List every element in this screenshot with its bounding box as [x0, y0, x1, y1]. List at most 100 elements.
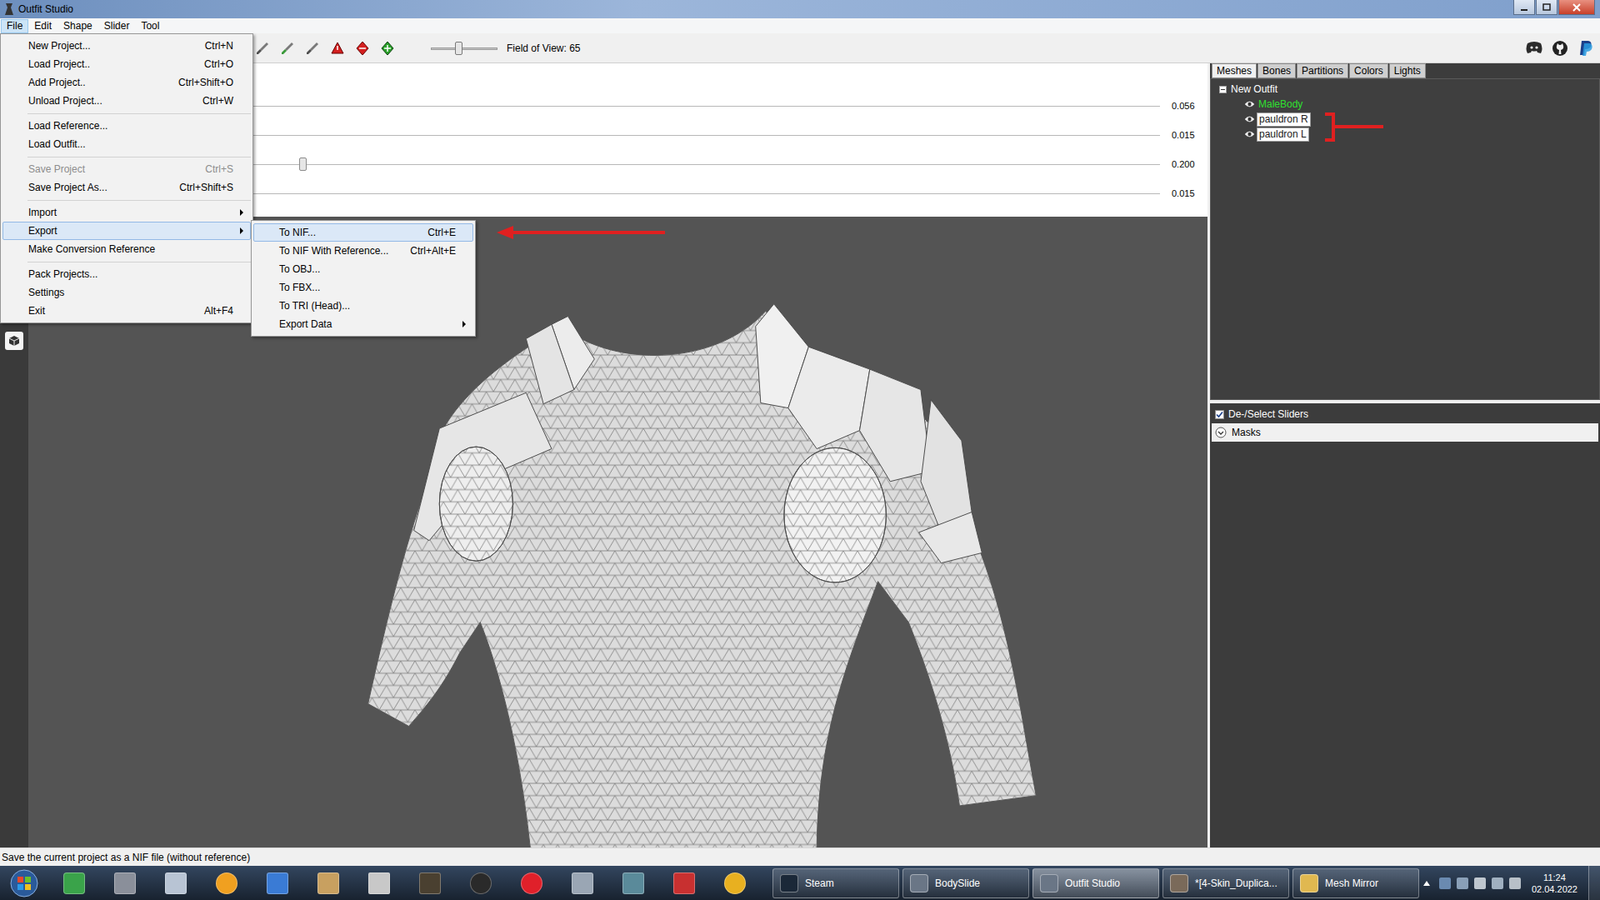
- menu-item-label: Export: [28, 225, 224, 237]
- mesh-item[interactable]: pauldron R: [1219, 111, 1600, 127]
- export-menu-item[interactable]: To NIF... Ctrl+E: [253, 223, 474, 242]
- tool-button[interactable]: [350, 36, 375, 60]
- clock[interactable]: 11:24 02.04.2022: [1526, 871, 1583, 895]
- file-menu-item[interactable]: Exit Alt+F4: [2, 301, 251, 320]
- tool-button[interactable]: [375, 36, 400, 60]
- maximize-icon: [1542, 3, 1551, 12]
- file-menu-item[interactable]: Unload Project... Ctrl+W: [2, 91, 251, 110]
- task-button[interactable]: *[4-Skin_Duplica...: [1162, 868, 1290, 899]
- tool-button[interactable]: [250, 36, 275, 60]
- pinned-app[interactable]: [353, 867, 405, 900]
- export-menu-item[interactable]: To FBX...: [253, 278, 474, 297]
- slider-thumb[interactable]: [299, 157, 307, 171]
- show-desktop-button[interactable]: [1588, 865, 1600, 900]
- cube-icon: [8, 335, 20, 347]
- export-menu-item[interactable]: To OBJ...: [253, 260, 474, 279]
- mesh-name: MaleBody: [1256, 98, 1305, 111]
- file-menu-item[interactable]: Load Outfit...: [2, 135, 251, 154]
- pinned-app[interactable]: [251, 867, 303, 900]
- file-menu-item[interactable]: Load Project.. Ctrl+O: [2, 55, 251, 74]
- tool-button[interactable]: [300, 36, 325, 60]
- menu-bar-item[interactable]: File: [0, 19, 29, 34]
- tray-icon[interactable]: [1491, 877, 1504, 890]
- pinned-app[interactable]: [99, 867, 150, 900]
- github-button[interactable]: [1550, 38, 1570, 59]
- file-menu-item[interactable]: Make Conversion Reference: [2, 240, 251, 259]
- tool-button[interactable]: [275, 36, 300, 60]
- pinned-app[interactable]: [607, 867, 659, 900]
- menu-bar: FileEditShapeSliderTool: [0, 18, 1600, 34]
- fov-thumb[interactable]: [455, 41, 463, 55]
- close-button[interactable]: [1558, 0, 1595, 15]
- pinned-app[interactable]: [709, 867, 760, 900]
- pinned-app[interactable]: [302, 867, 354, 900]
- maximize-button[interactable]: [1535, 0, 1558, 15]
- menu-bar-item[interactable]: Edit: [28, 19, 58, 34]
- tray-icon[interactable]: [1474, 877, 1486, 890]
- export-menu-item[interactable]: Export Data: [253, 315, 474, 334]
- menu-bar-item[interactable]: Shape: [57, 19, 99, 34]
- brush-icon: [305, 40, 320, 56]
- eye-icon[interactable]: [1244, 130, 1255, 139]
- file-menu-item[interactable]: Settings: [2, 283, 251, 302]
- menu-bar-item[interactable]: Tool: [135, 19, 165, 34]
- pinned-app[interactable]: [200, 867, 252, 900]
- masks-expander[interactable]: Masks: [1211, 423, 1599, 442]
- pinned-app[interactable]: [48, 867, 100, 900]
- deselect-sliders-row[interactable]: De-/Select Sliders: [1210, 405, 1600, 424]
- panel-tabs: MeshesBonesPartitionsColorsLights: [1210, 63, 1600, 79]
- task-button[interactable]: Outfit Studio: [1032, 868, 1160, 899]
- side-panel: MeshesBonesPartitionsColorsLights New Ou…: [1210, 63, 1600, 848]
- tray-icon[interactable]: [1456, 877, 1469, 890]
- tray-icon[interactable]: [1509, 877, 1521, 890]
- tree-root[interactable]: New Outfit: [1219, 81, 1600, 97]
- menu-item-shortcut: Alt+F4: [194, 305, 234, 317]
- file-menu-item[interactable]: Save Project As... Ctrl+Shift+S: [2, 178, 251, 197]
- body-mesh[interactable]: [357, 295, 1052, 848]
- eye-icon[interactable]: [1244, 115, 1255, 124]
- slider-value: 0.015: [1171, 130, 1208, 140]
- menu-item-label: Load Outfit...: [28, 138, 224, 150]
- file-menu-item[interactable]: Export: [2, 221, 251, 240]
- export-menu-item[interactable]: To NIF With Reference... Ctrl+Alt+E: [253, 241, 474, 260]
- pinned-app[interactable]: [455, 867, 506, 900]
- pinned-app[interactable]: [404, 867, 455, 900]
- expander-icon[interactable]: [1219, 85, 1227, 94]
- minimize-button[interactable]: [1513, 0, 1535, 15]
- menu-bar-item[interactable]: Slider: [98, 19, 136, 34]
- submenu-arrow-icon: [462, 320, 466, 328]
- task-button[interactable]: BodySlide: [902, 868, 1030, 899]
- file-menu-item[interactable]: New Project... Ctrl+N: [2, 36, 251, 55]
- tray-icon[interactable]: [1439, 877, 1451, 890]
- start-button[interactable]: [0, 869, 49, 898]
- file-menu-item[interactable]: Import: [2, 203, 251, 222]
- clock-date: 02.04.2022: [1531, 883, 1578, 895]
- deselect-sliders-checkbox[interactable]: [1215, 410, 1225, 420]
- mesh-item[interactable]: MaleBody: [1219, 96, 1600, 112]
- file-menu-item[interactable]: Load Reference...: [2, 116, 251, 135]
- mesh-item[interactable]: pauldron L: [1219, 126, 1600, 142]
- panel-tab[interactable]: Meshes: [1211, 63, 1257, 79]
- tool-button[interactable]: [325, 36, 350, 60]
- pinned-app[interactable]: [505, 867, 557, 900]
- task-button[interactable]: Mesh Mirror: [1292, 868, 1420, 899]
- pinned-app[interactable]: [556, 867, 608, 900]
- fov-slider[interactable]: [430, 40, 498, 57]
- panel-tab[interactable]: Colors: [1349, 63, 1389, 79]
- pinned-app[interactable]: [150, 867, 201, 900]
- file-menu-item[interactable]: Add Project.. Ctrl+Shift+O: [2, 73, 251, 92]
- fov-label: Field of View: 65: [506, 42, 581, 55]
- file-menu-item[interactable]: Pack Projects...: [2, 265, 251, 284]
- export-menu-item[interactable]: To TRI (Head)...: [253, 296, 474, 315]
- tray-expand-icon[interactable]: [1423, 880, 1430, 886]
- eye-icon[interactable]: [1244, 100, 1255, 109]
- task-button[interactable]: Steam: [772, 868, 900, 899]
- panel-tab[interactable]: Lights: [1389, 63, 1426, 79]
- panel-tab[interactable]: Bones: [1257, 63, 1296, 79]
- discord-button[interactable]: [1525, 38, 1544, 59]
- paypal-button[interactable]: [1576, 38, 1595, 59]
- panel-tab[interactable]: Partitions: [1296, 63, 1349, 79]
- menu-item-label: Load Reference...: [28, 120, 224, 132]
- viewport-tool-button[interactable]: [5, 331, 24, 350]
- pinned-app[interactable]: [658, 867, 710, 900]
